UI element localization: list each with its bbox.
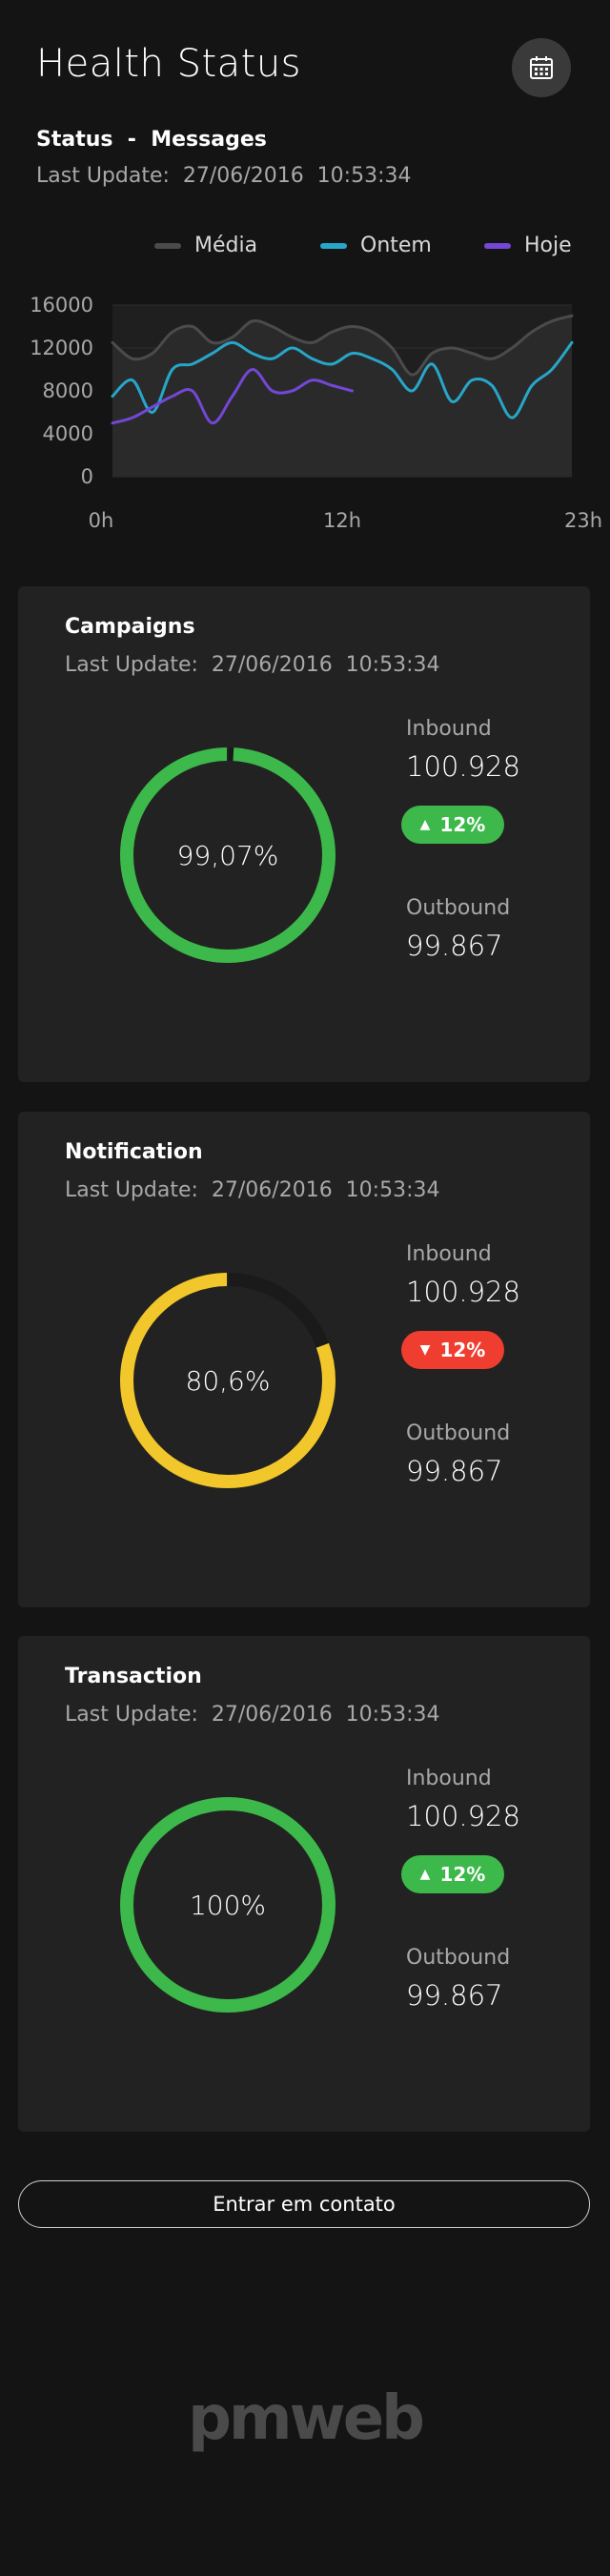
legend-item-ontem: Ontem	[320, 234, 432, 257]
donut-percent: 99,07%	[176, 839, 279, 871]
inbound-label: Inbound	[406, 717, 492, 741]
outbound-label: Outbound	[406, 896, 511, 920]
legend-swatch	[154, 242, 181, 249]
outbound-value: 99.867	[406, 1455, 503, 1487]
donut-percent: 100%	[189, 1889, 267, 1921]
legend-item-hoje: Hoje	[484, 234, 572, 257]
calendar-icon	[530, 56, 553, 79]
trend-badge: ▲ 12%	[401, 1855, 504, 1893]
y-tick-label: 4000	[43, 422, 93, 445]
card-title: Campaigns	[65, 615, 195, 639]
legend-swatch	[320, 242, 347, 249]
messages-line-chart: 16000 12000 8000 4000 0 0h 12h 23h	[30, 294, 602, 532]
card-title: Notification	[65, 1140, 203, 1164]
card-notification: Notification Last Update: 27/06/2016 10:…	[18, 1112, 590, 1607]
y-tick-label: 0	[81, 465, 93, 488]
card-title: Transaction	[65, 1665, 202, 1688]
arrow-up-icon: ▲	[419, 1867, 431, 1882]
x-tick-label: 12h	[323, 509, 361, 532]
trend-badge: ▼ 12%	[401, 1331, 504, 1369]
inbound-value: 100.928	[406, 1800, 520, 1832]
card-transaction: Transaction Last Update: 27/06/2016 10:5…	[18, 1636, 590, 2132]
y-tick-label: 8000	[43, 379, 93, 402]
legend-swatch	[484, 242, 511, 249]
page-title: Health Status	[36, 42, 302, 86]
calendar-button[interactable]	[512, 38, 571, 97]
inbound-label: Inbound	[406, 1767, 492, 1790]
card-last-update: Last Update: 27/06/2016 10:53:34	[65, 653, 440, 677]
legend-label: Média	[194, 234, 258, 257]
outbound-value: 99.867	[406, 930, 503, 962]
y-tick-label: 12000	[30, 337, 93, 359]
outbound-label: Outbound	[406, 1421, 511, 1445]
inbound-label: Inbound	[406, 1242, 492, 1266]
card-campaigns: Campaigns Last Update: 27/06/2016 10:53:…	[18, 586, 590, 1082]
legend-label: Ontem	[360, 234, 432, 257]
arrow-down-icon: ▼	[419, 1342, 431, 1358]
arrow-up-icon: ▲	[419, 817, 431, 832]
outbound-label: Outbound	[406, 1946, 511, 1970]
inbound-value: 100.928	[406, 750, 520, 783]
x-tick-label: 23h	[564, 509, 602, 532]
donut-percent: 80,6%	[185, 1364, 271, 1397]
legend-item-media: Média	[154, 234, 257, 257]
x-tick-label: 0h	[89, 509, 114, 532]
legend-label: Hoje	[524, 234, 572, 257]
y-tick-label: 16000	[30, 294, 93, 317]
pmweb-logo: pmweb	[188, 2383, 425, 2454]
card-last-update: Last Update: 27/06/2016 10:53:34	[65, 1178, 440, 1202]
trend-badge: ▲ 12%	[401, 806, 504, 844]
outbound-value: 99.867	[406, 1979, 503, 2012]
contact-button[interactable]: Entrar em contato	[18, 2180, 590, 2228]
card-last-update: Last Update: 27/06/2016 10:53:34	[65, 1703, 440, 1727]
last-update: Last Update: 27/06/2016 10:53:34	[36, 164, 412, 188]
section-subtitle: Status - Messages	[36, 128, 267, 152]
inbound-value: 100.928	[406, 1276, 520, 1308]
